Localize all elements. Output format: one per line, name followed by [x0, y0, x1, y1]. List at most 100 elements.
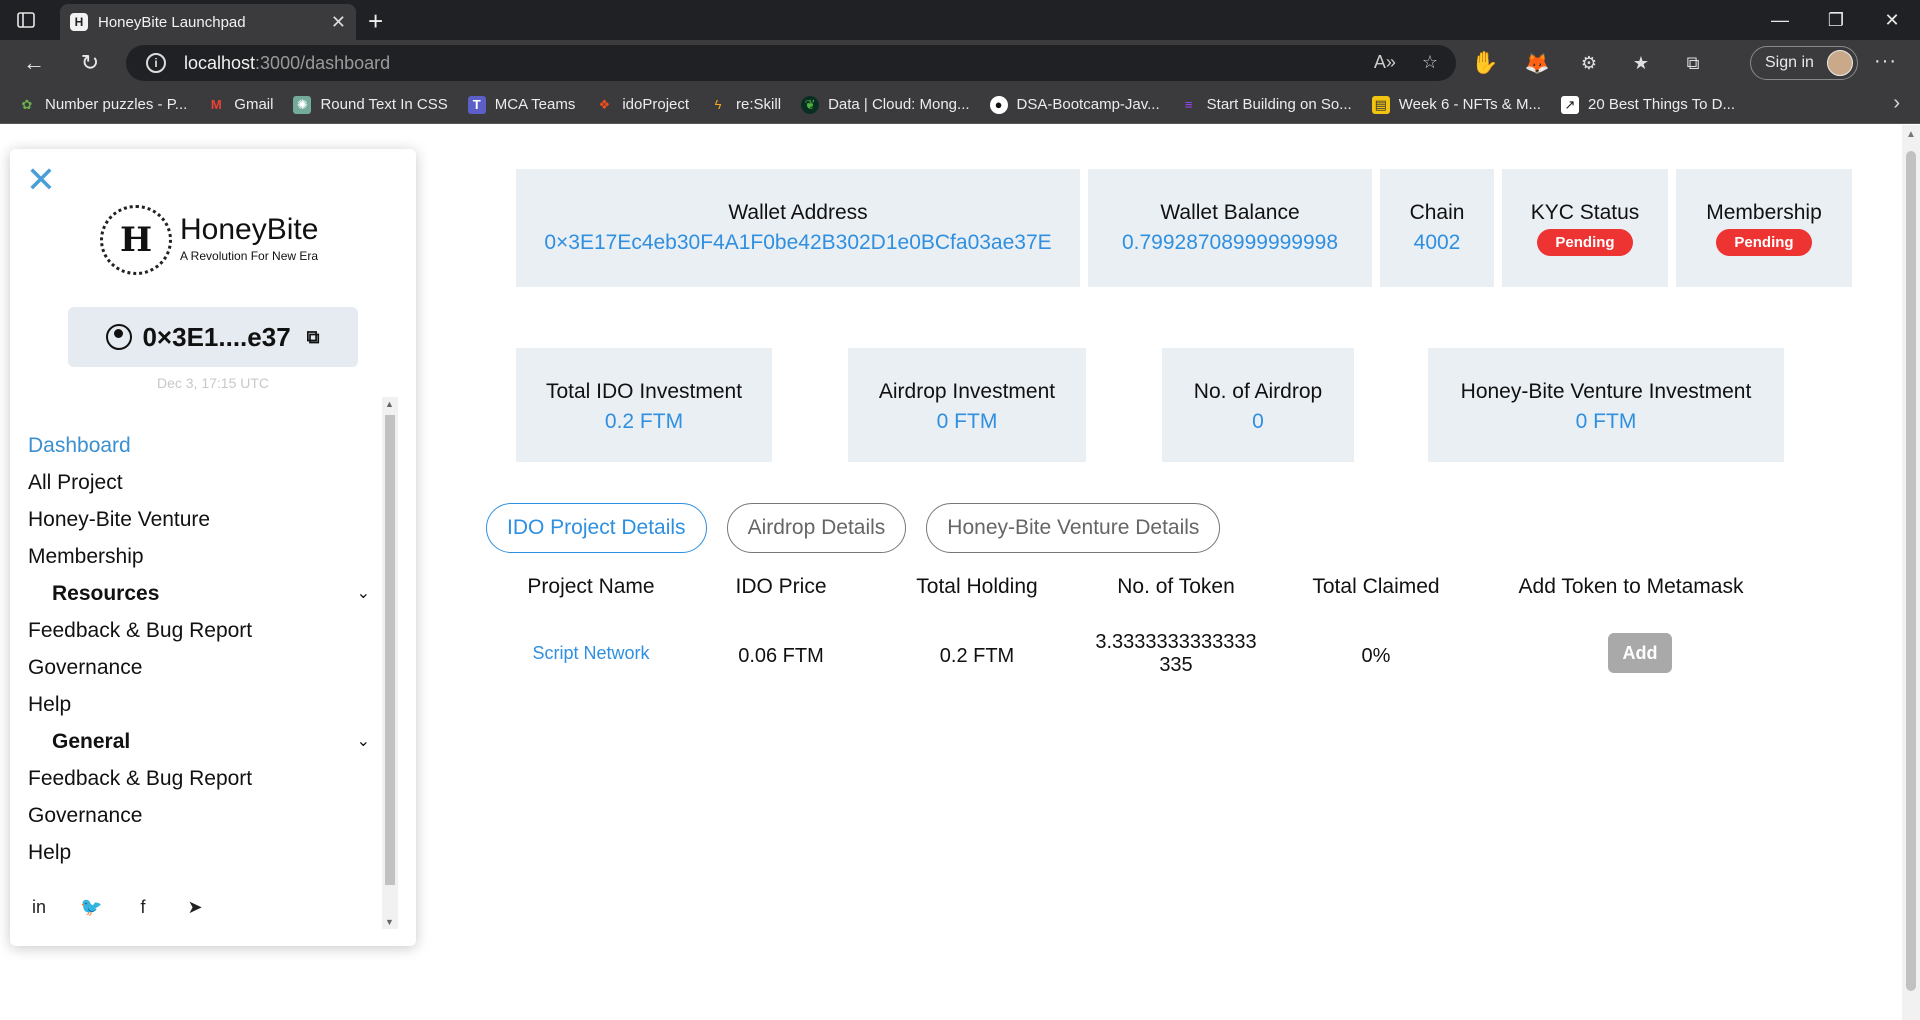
reload-icon[interactable]: ↻ [76, 49, 104, 77]
tab-title: HoneyBite Launchpad [98, 13, 246, 31]
minimize-icon[interactable]: — [1752, 0, 1808, 40]
browser-tab[interactable]: H HoneyBite Launchpad ✕ [60, 4, 356, 40]
restore-icon[interactable]: ❐ [1808, 0, 1864, 40]
brand-name: HoneyBite [180, 213, 319, 246]
airdrop-count-card: No. of Airdrop 0 [1162, 348, 1354, 462]
bookmark-item[interactable]: ↗ 20 Best Things To D... [1560, 95, 1735, 114]
reskill-icon: ϟ [714, 97, 722, 112]
venture-investment-card: Honey-Bite Venture Investment 0 FTM [1428, 348, 1784, 462]
card-label: Chain [1409, 201, 1465, 224]
sidebar: ✕ H HoneyBite A Revolution For New Era 0… [10, 149, 416, 946]
sidebar-item-help-general[interactable]: Help [28, 834, 378, 871]
sidebar-item-membership[interactable]: Membership [28, 538, 378, 575]
sign-in-button[interactable]: Sign in [1750, 46, 1858, 80]
airdrop-investment-card: Airdrop Investment 0 FTM [848, 348, 1086, 462]
site-info-icon[interactable]: i [146, 53, 166, 73]
telegram-icon[interactable]: ➤ [184, 897, 206, 918]
chevron-right-icon[interactable]: › [1893, 92, 1900, 115]
add-favorite-icon[interactable]: ☆ [1422, 52, 1438, 73]
read-aloud-icon[interactable]: A» [1374, 52, 1396, 73]
sidebar-item-honey-bite-venture[interactable]: Honey-Bite Venture [28, 501, 378, 538]
sidebar-item-governance[interactable]: Governance [28, 649, 378, 686]
sidebar-scrollbar[interactable]: ▲ ▼ [382, 397, 398, 929]
brand-tagline: A Revolution For New Era [180, 249, 319, 263]
gmail-icon: M [210, 97, 222, 112]
bookmark-item[interactable]: ✿ Number puzzles - P... [18, 96, 188, 114]
status-badge: Pending [1716, 229, 1812, 256]
sidebar-item-help[interactable]: Help [28, 686, 378, 723]
window-controls: — ❐ ✕ [1752, 0, 1920, 40]
ido-price-cell: 0.06 FTM [738, 645, 824, 667]
teams-icon: T [467, 95, 486, 114]
crest-icon: H [100, 205, 172, 275]
sidebar-item-dashboard[interactable]: Dashboard [28, 427, 378, 464]
bookmark-item[interactable]: ≡ Start Building on So... [1180, 96, 1352, 114]
url-input[interactable]: i localhost:3000/dashboard A» ☆ [126, 45, 1456, 81]
favorites-icon[interactable]: ★ [1626, 48, 1656, 78]
scroll-up-icon[interactable]: ▲ [385, 399, 394, 409]
linkedin-icon[interactable]: in [28, 897, 50, 918]
scroll-up-icon[interactable]: ▲ [1906, 129, 1916, 140]
back-arrow-icon[interactable]: ← [20, 49, 48, 77]
twitter-icon[interactable]: 🐦 [80, 897, 102, 918]
more-options-icon[interactable]: ··· [1874, 50, 1897, 73]
add-token-button[interactable]: Add [1608, 633, 1672, 673]
tab-venture-details[interactable]: Honey-Bite Venture Details [926, 503, 1221, 553]
card-label: Membership [1706, 201, 1822, 224]
ido-investment-value: 0.2 FTM [604, 410, 684, 433]
sidebar-section-general[interactable]: General ⌄ [28, 723, 378, 760]
adblock-extension-icon[interactable]: ✋ [1470, 48, 1500, 78]
chevron-down-icon[interactable]: ⌄ [357, 723, 370, 760]
close-icon[interactable]: ✕ [24, 162, 58, 198]
sign-in-label: Sign in [1765, 54, 1814, 71]
wallet-address-value: 0×3E17Ec4eb30F4A1F0be42B302D1e0BCfa03ae3… [544, 231, 1052, 254]
bookmark-item[interactable]: ϟ re:Skill [709, 96, 781, 114]
sidebar-section-resources[interactable]: Resources ⌄ [28, 575, 378, 612]
metamask-extension-icon[interactable]: 🦊 [1522, 48, 1552, 78]
ido-investment-card: Total IDO Investment 0.2 FTM [516, 348, 772, 462]
facebook-icon[interactable]: f [132, 897, 154, 918]
project-name-link[interactable]: Script Network [486, 643, 696, 664]
membership-card: Membership Pending [1676, 169, 1852, 287]
tab-airdrop-details[interactable]: Airdrop Details [726, 503, 907, 553]
venture-investment-value: 0 FTM [1575, 410, 1637, 433]
column-header: No. of Token [1117, 575, 1235, 598]
tab-actions-icon[interactable] [14, 8, 38, 32]
bookmark-item[interactable]: ✺ Round Text In CSS [293, 95, 448, 114]
extensions-icon[interactable]: ⚙ [1574, 48, 1604, 78]
bookmark-item[interactable]: M Gmail [207, 96, 274, 114]
window-close-icon[interactable]: ✕ [1864, 0, 1920, 40]
kyc-status-card: KYC Status Pending [1502, 169, 1668, 287]
page-scroll-thumb[interactable] [1906, 151, 1916, 991]
bookmark-item[interactable]: T MCA Teams [467, 95, 575, 114]
scroll-down-icon[interactable]: ▼ [385, 917, 394, 927]
tab-ido-project-details[interactable]: IDO Project Details [486, 503, 707, 553]
url-host: localhost [184, 52, 256, 73]
copy-icon[interactable]: ⧉ [307, 327, 320, 348]
section-label: Resources [52, 582, 160, 605]
new-tab-icon[interactable]: + [368, 6, 383, 37]
bookmark-item[interactable]: ▤ Week 6 - NFTs & M... [1371, 95, 1541, 114]
column-header: Add Token to Metamask [1518, 575, 1744, 598]
column-header: Total Claimed [1312, 575, 1440, 598]
chevron-down-icon[interactable]: ⌄ [357, 575, 370, 612]
sidebar-item-feedback[interactable]: Feedback & Bug Report [28, 612, 378, 649]
token-count-cell: 3.3333333333333 335 [1076, 631, 1276, 677]
sidebar-item-governance-general[interactable]: Governance [28, 797, 378, 834]
bookmark-item[interactable]: ❦ Data | Cloud: Mong... [801, 95, 970, 114]
tab-close-icon[interactable]: ✕ [331, 12, 346, 33]
bookmark-item[interactable]: ● DSA-Bootcamp-Jav... [989, 95, 1160, 114]
mongodb-icon: ❦ [801, 95, 820, 114]
wallet-chip[interactable]: 0×3E1....e37 ⧉ [68, 307, 358, 367]
sidebar-scroll-thumb[interactable] [385, 415, 395, 885]
collections-icon[interactable]: ⧉ [1678, 48, 1708, 78]
wallet-address-card: Wallet Address 0×3E17Ec4eb30F4A1F0be42B3… [516, 169, 1080, 287]
token-count-line: 3.3333333333333 [1095, 631, 1257, 653]
card-label: KYC Status [1530, 201, 1640, 224]
bookmark-item[interactable]: ❖ idoProject [595, 96, 690, 114]
profile-avatar [1827, 50, 1853, 76]
page-scrollbar[interactable]: ▲ [1902, 125, 1920, 1020]
sidebar-item-feedback-general[interactable]: Feedback & Bug Report [28, 760, 378, 797]
sidebar-item-all-project[interactable]: All Project [28, 464, 378, 501]
column-header: Total Holding [916, 575, 1038, 598]
